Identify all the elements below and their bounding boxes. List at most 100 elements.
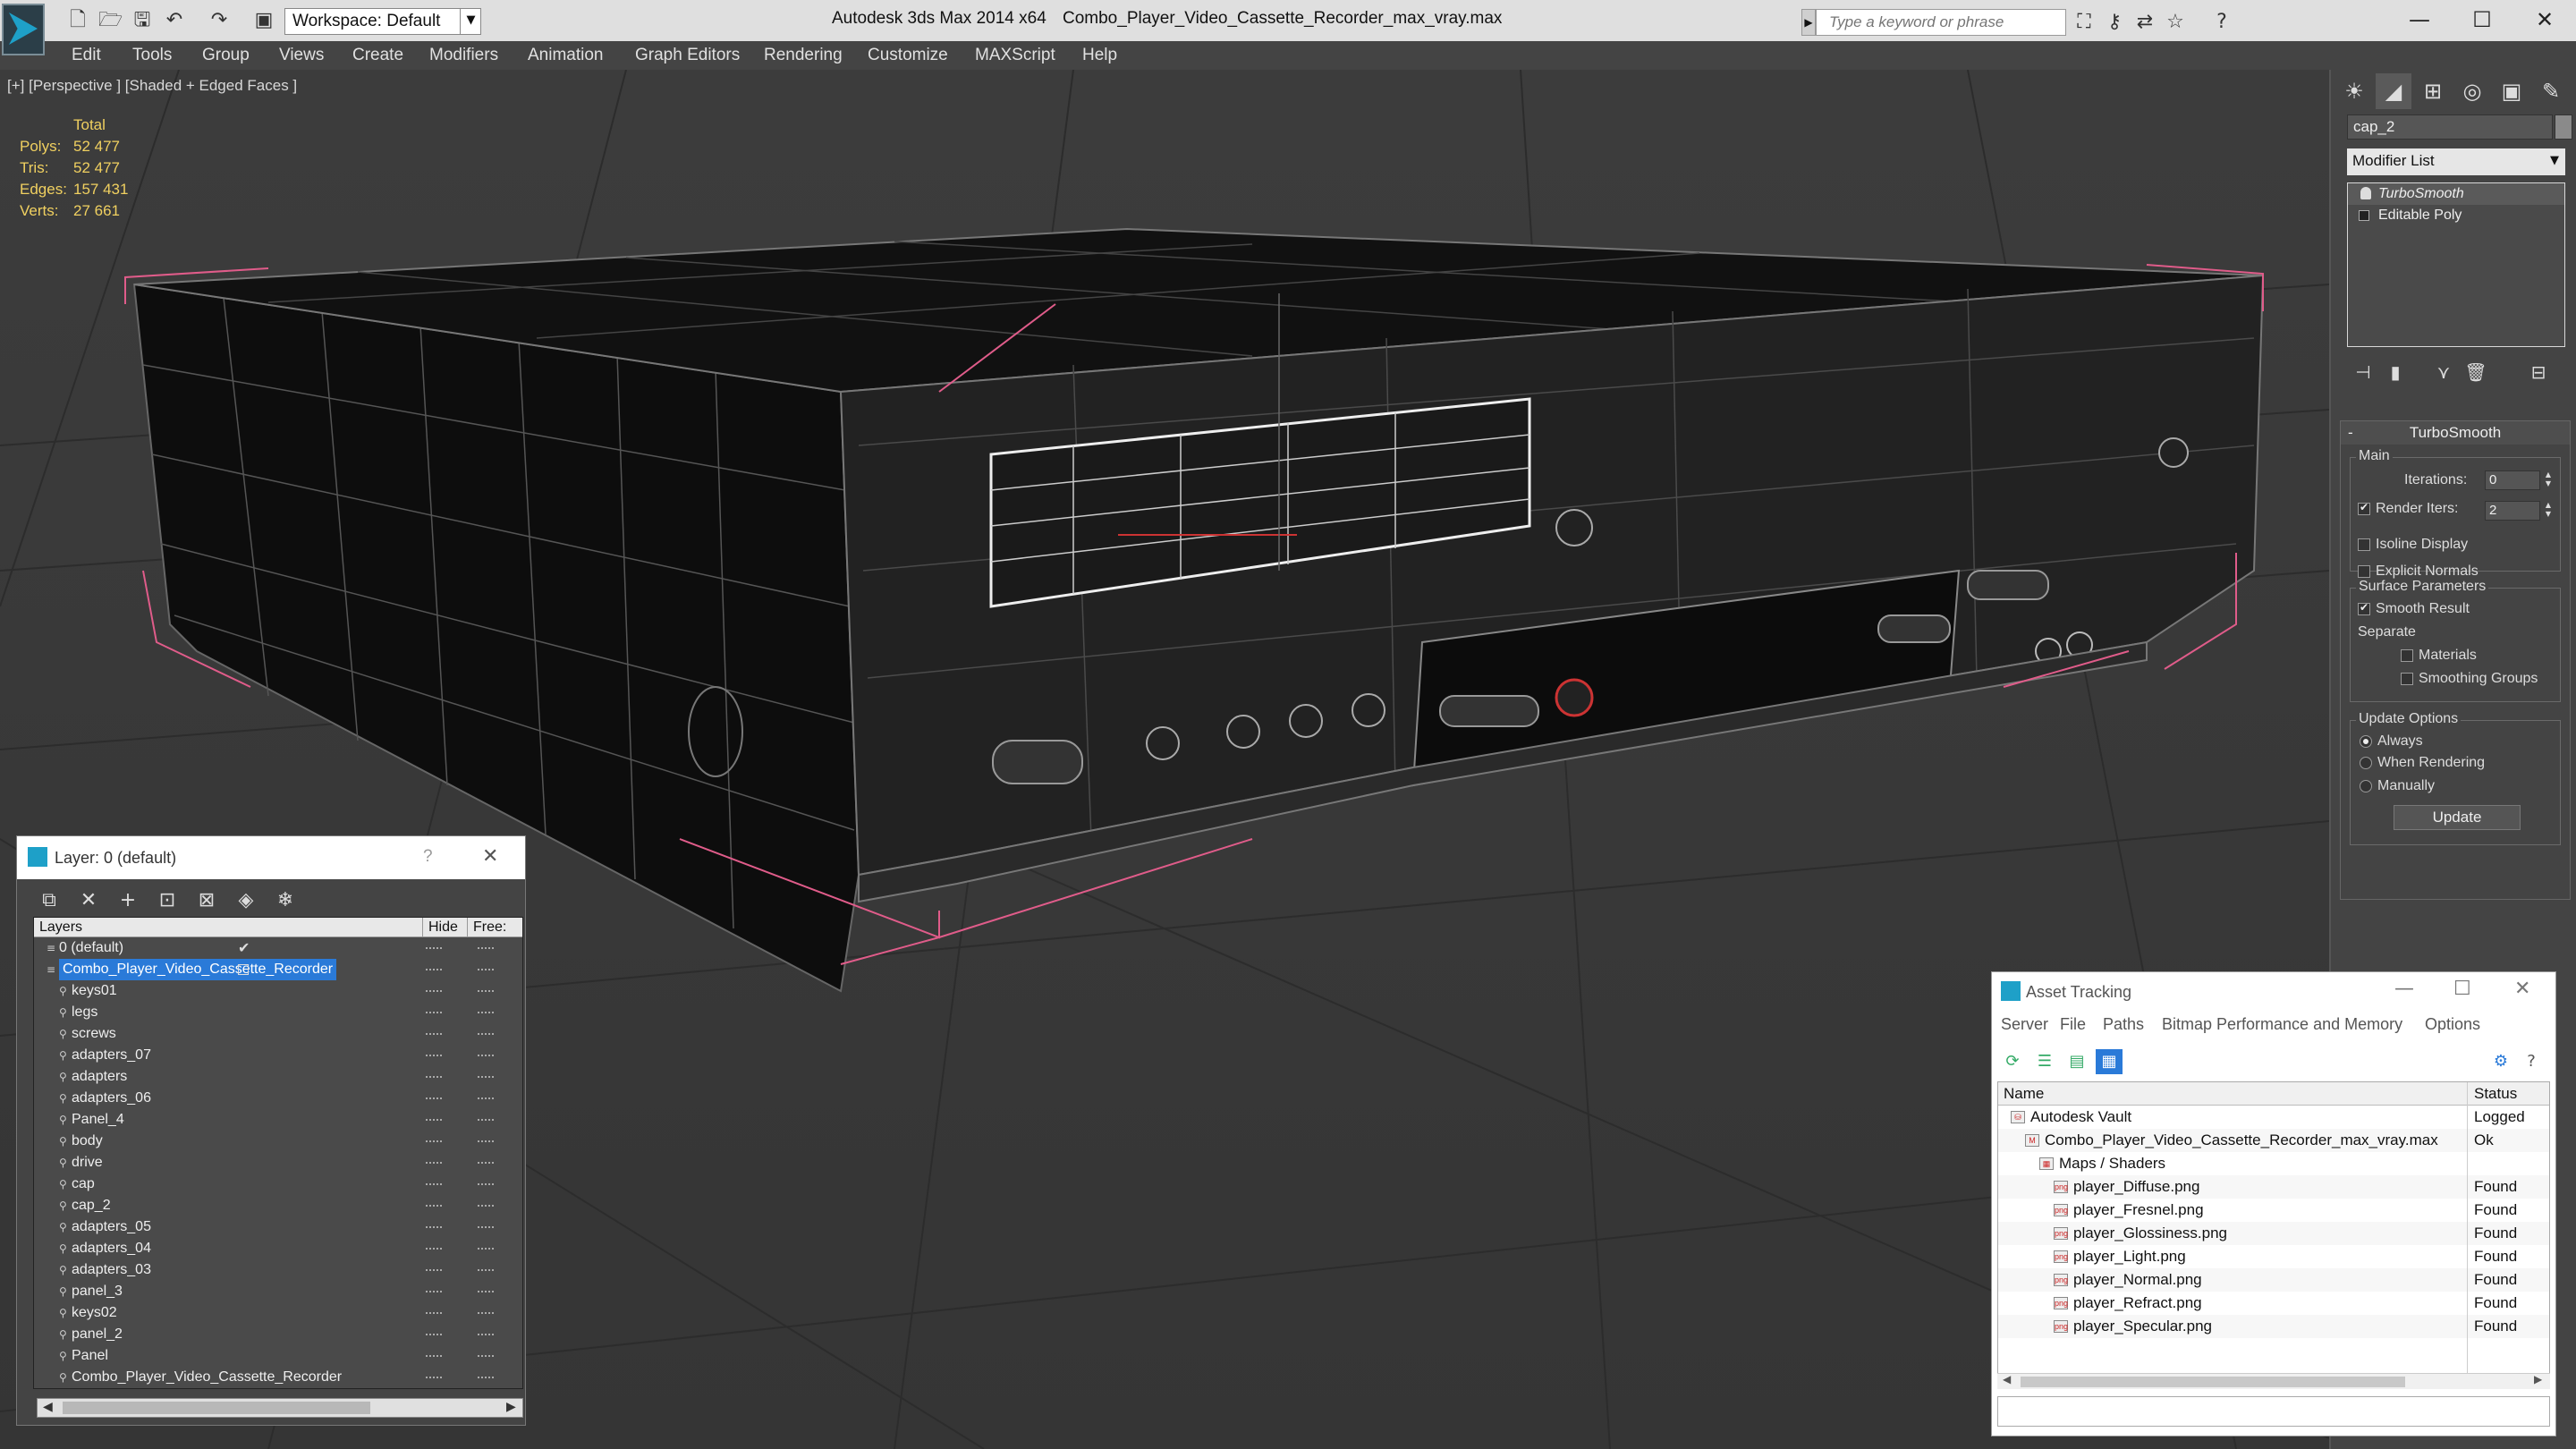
isoline-display-checkbox[interactable] (2358, 538, 2370, 551)
explicit-normals-checkbox[interactable] (2358, 565, 2370, 578)
hide-toggle[interactable] (426, 1076, 442, 1078)
layer-row[interactable]: ⚲ cap (34, 1174, 522, 1195)
freeze-toggle[interactable] (478, 1097, 494, 1099)
hide-toggle[interactable] (426, 1355, 442, 1357)
freeze-toggle[interactable] (478, 969, 494, 970)
column-hide[interactable]: Hide (422, 918, 458, 937)
stack-item-turbosmooth[interactable]: TurboSmooth (2348, 183, 2564, 205)
render-iters-checkbox[interactable] (2358, 501, 2370, 515)
hide-toggle[interactable] (426, 1012, 442, 1013)
freeze-toggle[interactable] (478, 1055, 494, 1056)
layer-row[interactable]: ⚲ Combo_Player_Video_Cassette_Recorder (34, 1367, 522, 1388)
scroll-thumb[interactable] (2021, 1377, 2405, 1387)
close-icon[interactable]: ✕ (2514, 978, 2530, 1000)
expand-box-icon[interactable] (2359, 210, 2369, 221)
set-current-layer-box[interactable] (238, 964, 249, 975)
stack-item-editable-poly[interactable]: Editable Poly (2348, 205, 2564, 226)
menu-maxscript[interactable]: MAXScript (975, 46, 1055, 65)
chevron-down-icon[interactable]: ▼ (2544, 148, 2565, 174)
asset-table[interactable]: Name Status ⛁Autodesk VaultLogged OuMCom… (1997, 1081, 2550, 1389)
exchange-icon[interactable]: ⇄ (2132, 11, 2157, 34)
create-tab-icon[interactable]: ☀ (2336, 73, 2372, 109)
asset-menu-bitmap-performance[interactable]: Bitmap Performance and Memory (2162, 1015, 2402, 1034)
scroll-thumb[interactable] (63, 1402, 370, 1414)
binoculars-icon[interactable]: ⛶ (2072, 11, 2097, 34)
hide-toggle[interactable] (426, 1377, 442, 1378)
hide-toggle[interactable] (426, 1205, 442, 1207)
asset-horizontal-scrollbar[interactable]: ◀ ▶ (1997, 1373, 2550, 1389)
materials-checkbox[interactable] (2401, 649, 2413, 662)
layer-row[interactable]: ≡ Combo_Player_Video_Cassette_Recorder (34, 959, 522, 980)
freeze-toggle[interactable] (478, 1076, 494, 1078)
rollout-header[interactable]: - TurboSmooth (2341, 421, 2570, 445)
freeze-toggle[interactable] (478, 1226, 494, 1228)
spinner-arrows-icon[interactable]: ▲ ▼ (2542, 501, 2555, 521)
freeze-toggle[interactable] (478, 1162, 494, 1164)
iterations-spinner[interactable]: 0 (2485, 470, 2540, 490)
freeze-toggle[interactable] (478, 1355, 494, 1357)
hide-toggle[interactable] (426, 1097, 442, 1099)
menu-tools[interactable]: Tools (132, 46, 172, 65)
hide-toggle[interactable] (426, 1248, 442, 1250)
hide-toggle[interactable] (426, 1226, 442, 1228)
hide-toggle[interactable] (426, 1033, 442, 1035)
smoothing-groups-checkbox[interactable] (2401, 673, 2413, 685)
freeze-toggle[interactable] (478, 990, 494, 992)
freeze-all-icon[interactable]: ❄ (271, 886, 300, 915)
hide-toggle[interactable] (426, 990, 442, 992)
maximize-window-button[interactable]: ☐ (2451, 0, 2513, 39)
freeze-toggle[interactable] (478, 1033, 494, 1035)
key-icon[interactable]: ⚷ (2102, 11, 2127, 34)
column-status[interactable]: Status (2469, 1082, 2517, 1106)
asset-menu-paths[interactable]: Paths (2103, 1015, 2144, 1034)
menu-graph-editors[interactable]: Graph Editors (635, 46, 740, 65)
project-folder-icon[interactable]: ▣ (252, 9, 275, 32)
open-file-icon[interactable]: 🗁 (98, 9, 123, 32)
object-color-swatch[interactable] (2555, 114, 2572, 140)
scroll-right-icon[interactable]: ▶ (2534, 1373, 2542, 1385)
layer-row[interactable]: ≡ 0 (default) ✔ (34, 937, 522, 959)
list-view-icon[interactable]: ☰ (2031, 1049, 2058, 1074)
search-input[interactable] (1816, 9, 2066, 36)
freeze-toggle[interactable] (478, 1140, 494, 1142)
spinner-arrows-icon[interactable]: ▲ ▼ (2542, 470, 2555, 490)
layer-row[interactable]: ⚲ screws (34, 1023, 522, 1045)
menu-group[interactable]: Group (202, 46, 250, 65)
new-layer-icon[interactable]: ⧉ (35, 886, 64, 915)
hide-toggle[interactable] (426, 1162, 442, 1164)
layer-row[interactable]: ⚲ Panel_4 (34, 1109, 522, 1131)
column-freeze[interactable]: Free: (467, 918, 506, 937)
configure-sets-icon[interactable]: ⊟ (2522, 358, 2555, 386)
freeze-toggle[interactable] (478, 1205, 494, 1207)
remove-modifier-icon[interactable]: 🗑 (2460, 358, 2492, 386)
layer-dialog-titlebar[interactable]: Layer: 0 (default) ? ✕ (17, 836, 525, 879)
search-expand-icon[interactable]: ▶ (1801, 9, 1816, 36)
select-objects-icon[interactable]: ⊡ (153, 886, 182, 915)
hide-toggle[interactable] (426, 1334, 442, 1335)
hide-toggle[interactable] (426, 969, 442, 970)
layer-row[interactable]: ⚲ keys01 (34, 980, 522, 1002)
scroll-right-icon[interactable]: ▶ (506, 1400, 516, 1414)
menu-edit[interactable]: Edit (72, 46, 101, 65)
favorites-star-icon[interactable]: ☆ (2163, 11, 2188, 34)
pin-stack-icon[interactable]: ⊣ (2347, 358, 2379, 386)
help-icon[interactable]: ? (2518, 1049, 2545, 1074)
show-end-result-icon[interactable]: ▮ (2379, 358, 2411, 386)
make-unique-icon[interactable]: ⋎ (2428, 358, 2460, 386)
undo-icon[interactable]: ↶ (163, 9, 186, 32)
freeze-toggle[interactable] (478, 1119, 494, 1121)
hierarchy-tab-icon[interactable]: ⊞ (2415, 73, 2451, 109)
hide-toggle[interactable] (426, 1312, 442, 1314)
render-iters-spinner[interactable]: 2 (2485, 501, 2540, 521)
motion-tab-icon[interactable]: ◎ (2454, 73, 2490, 109)
hide-all-icon[interactable]: ◈ (232, 886, 260, 915)
layer-row[interactable]: ⚲ cap_2 (34, 1195, 522, 1216)
when-rendering-radio[interactable] (2360, 757, 2372, 769)
freeze-toggle[interactable] (478, 1334, 494, 1335)
display-tab-icon[interactable]: ▣ (2494, 73, 2529, 109)
menu-modifiers[interactable]: Modifiers (429, 46, 498, 65)
layer-tree[interactable]: Layers Hide Free: ≡ 0 (default) ✔ ≡ Combo_Pl… (33, 917, 523, 1389)
new-file-icon[interactable]: 🗋 (66, 9, 89, 32)
freeze-toggle[interactable] (478, 1012, 494, 1013)
layer-row[interactable]: ⚲ body (34, 1131, 522, 1152)
